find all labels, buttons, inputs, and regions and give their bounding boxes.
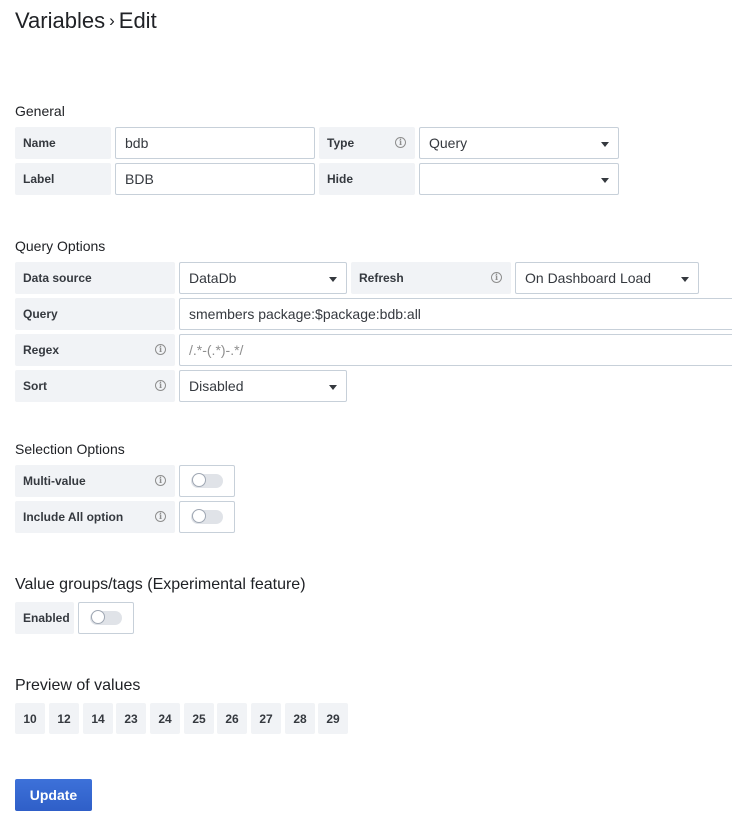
name-input[interactable]: bdb: [115, 127, 315, 159]
info-icon[interactable]: i: [491, 272, 502, 283]
info-icon[interactable]: i: [155, 511, 166, 522]
page-title-main: Variables: [15, 8, 106, 33]
preview-value-chip: 27: [251, 703, 281, 734]
preview-value-chip: 12: [49, 703, 79, 734]
query-input[interactable]: smembers package:$package:bdb:all: [179, 298, 732, 330]
selection-options-section-title: Selection Options: [15, 441, 125, 457]
preview-value-chip: 24: [150, 703, 180, 734]
sort-select[interactable]: Disabled: [179, 370, 347, 402]
multi-value-switch[interactable]: [179, 465, 235, 497]
caret-down-icon: [601, 142, 609, 147]
breadcrumb-separator: ›: [109, 11, 115, 30]
hide-select[interactable]: [419, 163, 619, 195]
value-groups-section-title: Value groups/tags (Experimental feature): [15, 576, 306, 593]
preview-value-chip: 28: [285, 703, 315, 734]
info-icon[interactable]: i: [155, 344, 166, 355]
datasource-select[interactable]: DataDb: [179, 262, 347, 294]
general-section-title: General: [15, 103, 65, 119]
preview-value-chip: 14: [83, 703, 113, 734]
name-label: Name: [15, 127, 111, 159]
caret-down-icon: [329, 385, 337, 390]
page-title-sub: Edit: [118, 8, 157, 33]
query-options-section-title: Query Options: [15, 238, 106, 254]
switch-track: [191, 473, 223, 488]
info-icon[interactable]: i: [395, 137, 406, 148]
enabled-switch[interactable]: [78, 602, 134, 634]
switch-track: [90, 610, 122, 625]
hide-label: Hide: [319, 163, 415, 195]
caret-down-icon: [329, 277, 337, 282]
update-button[interactable]: Update: [15, 779, 92, 811]
label-label: Label: [15, 163, 111, 195]
enabled-label: Enabled: [15, 602, 74, 634]
preview-value-chip: 23: [116, 703, 146, 734]
refresh-label: Refresh i: [351, 262, 511, 294]
info-icon[interactable]: i: [155, 380, 166, 391]
page-title: Variables › Edit: [15, 8, 157, 34]
regex-label: Regex i: [15, 334, 175, 366]
switch-knob: [91, 610, 105, 624]
sort-label: Sort i: [15, 370, 175, 402]
preview-value-chip: 10: [15, 703, 45, 734]
type-label: Type i: [319, 127, 415, 159]
type-select[interactable]: Query: [419, 127, 619, 159]
preview-value-chip: 29: [318, 703, 348, 734]
preview-value-chip: 26: [217, 703, 247, 734]
info-icon[interactable]: i: [155, 475, 166, 486]
refresh-select[interactable]: On Dashboard Load: [515, 262, 699, 294]
query-label: Query: [15, 298, 175, 330]
regex-input[interactable]: /.*-(.*)-.*/: [179, 334, 732, 366]
datasource-label: Data source: [15, 262, 175, 294]
caret-down-icon: [601, 178, 609, 183]
switch-track: [191, 509, 223, 524]
switch-knob: [192, 473, 206, 487]
include-all-label: Include All option i: [15, 501, 175, 533]
include-all-switch[interactable]: [179, 501, 235, 533]
caret-down-icon: [681, 277, 689, 282]
preview-value-chip: 25: [184, 703, 214, 734]
label-input[interactable]: BDB: [115, 163, 315, 195]
preview-section-title: Preview of values: [15, 677, 141, 694]
switch-knob: [192, 509, 206, 523]
multi-value-label: Multi-value i: [15, 465, 175, 497]
